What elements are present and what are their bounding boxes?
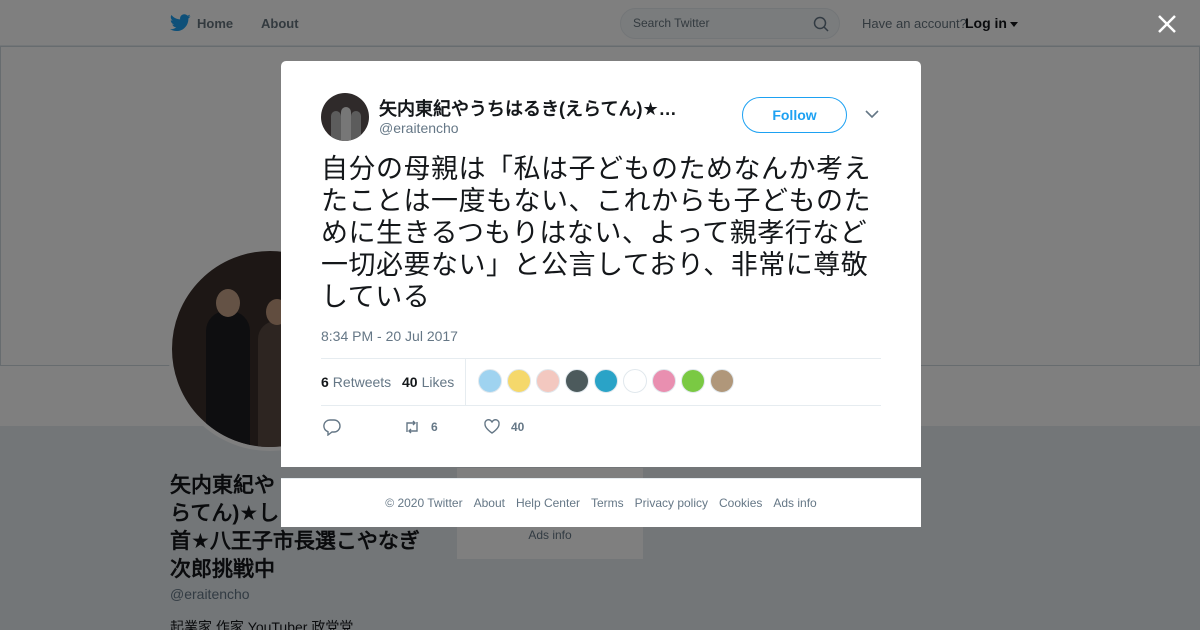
retweets-label: Retweets — [332, 374, 392, 390]
liker-avatar[interactable] — [681, 369, 705, 393]
likes-stat[interactable]: 40 Likes — [402, 374, 454, 390]
tweet-text: 自分の母親は「私は子どものためなんか考えたことは一度もない、これからも子どものた… — [321, 154, 871, 313]
like-count: 40 — [402, 374, 418, 390]
avatar-figure — [351, 111, 361, 141]
footer-ads-link[interactable]: Ads info — [773, 496, 816, 510]
stats-divider — [465, 359, 466, 405]
footer-cookies-link[interactable]: Cookies — [719, 496, 762, 510]
modal-footer: © 2020 Twitter About Help Center Terms P… — [281, 478, 921, 527]
reply-button[interactable] — [323, 418, 341, 436]
avatar-figure — [341, 107, 351, 141]
liker-avatar[interactable] — [507, 369, 531, 393]
reply-icon — [323, 419, 341, 436]
follow-button[interactable]: Follow — [742, 97, 847, 133]
liker-avatars — [478, 369, 734, 393]
retweet-button[interactable]: 6 — [403, 418, 438, 436]
retweets-stat[interactable]: 6 Retweets — [321, 374, 391, 390]
footer-about-link[interactable]: About — [474, 496, 505, 510]
tweet-stats: 6 Retweets 40 Likes — [321, 358, 881, 406]
footer-copyright: © 2020 Twitter — [385, 496, 463, 510]
liker-avatar[interactable] — [710, 369, 734, 393]
tweet-author-avatar[interactable] — [321, 93, 369, 141]
tweet-actions: 6 40 — [321, 416, 881, 440]
close-icon[interactable] — [1155, 12, 1179, 36]
like-action-count: 40 — [511, 420, 525, 434]
footer-help-link[interactable]: Help Center — [516, 496, 580, 510]
tweet-modal: 矢内東紀やうちはるき(えらてん)★… @eraitencho Follow 自分… — [281, 61, 921, 467]
likes-label: Likes — [421, 374, 455, 390]
retweet-count: 6 — [321, 374, 329, 390]
retweet-action-count: 6 — [431, 420, 438, 434]
liker-avatar[interactable] — [594, 369, 618, 393]
footer-privacy-link[interactable]: Privacy policy — [635, 496, 708, 510]
tweet-author-name[interactable]: 矢内東紀やうちはるき(えらてん)★… — [379, 95, 689, 121]
tweet-timestamp[interactable]: 8:34 PM - 20 Jul 2017 — [321, 328, 458, 344]
liker-avatar[interactable] — [478, 369, 502, 393]
retweet-icon — [406, 420, 418, 434]
tweet-author-handle[interactable]: @eraitencho — [379, 120, 459, 136]
liker-avatar[interactable] — [623, 369, 647, 393]
avatar-figure — [331, 111, 341, 141]
liker-avatar[interactable] — [652, 369, 676, 393]
liker-avatar[interactable] — [536, 369, 560, 393]
liker-avatar[interactable] — [565, 369, 589, 393]
heart-icon — [484, 419, 500, 434]
like-button[interactable]: 40 — [483, 418, 524, 436]
footer-terms-link[interactable]: Terms — [591, 496, 624, 510]
chevron-down-icon[interactable] — [865, 109, 879, 119]
